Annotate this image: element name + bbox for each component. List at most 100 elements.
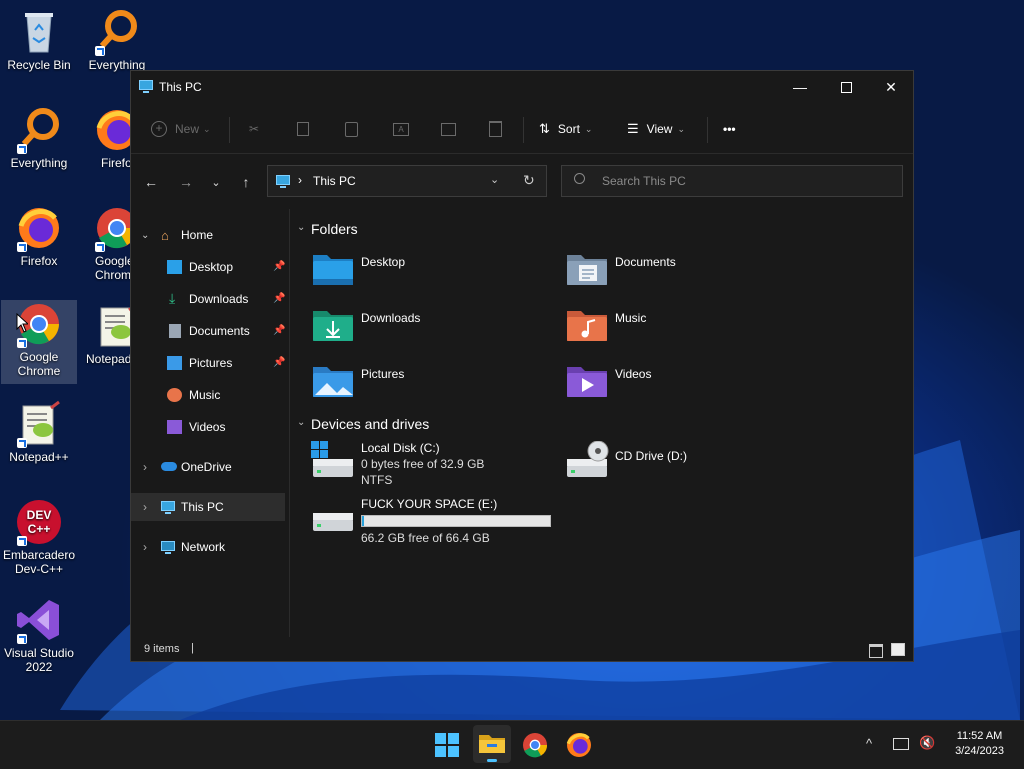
search-box[interactable]: Search This PC (561, 165, 903, 197)
folder-downloads[interactable]: Downloads (311, 307, 531, 351)
desktop-icon-notepadpp-2[interactable]: Notepad++ (1, 400, 77, 464)
shortcut-arrow-icon (17, 634, 27, 644)
devices-heading[interactable]: Devices and drives (311, 416, 429, 432)
sidebar-item-desktop[interactable]: Desktop 📌 (131, 253, 285, 281)
new-button[interactable]: + New ⌄ (151, 119, 211, 139)
downloads-icon: ⤓ (169, 290, 176, 306)
breadcrumb[interactable]: This PC (313, 174, 356, 188)
paste-icon (345, 121, 358, 137)
arrow-right-icon: → (179, 174, 193, 190)
sidebar-item-label: Videos (189, 420, 226, 434)
folder-music[interactable]: Music (565, 307, 785, 351)
sidebar-item-network[interactable]: › Network (131, 533, 285, 561)
desktop-icon-visual-studio[interactable]: Visual Studio 2022 (1, 596, 77, 674)
sidebar-item-onedrive[interactable]: › OneDrive (131, 453, 285, 481)
item-count: 9 items (144, 643, 180, 655)
toolbar-divider (229, 117, 230, 143)
forward-button[interactable]: → (177, 173, 195, 191)
share-button[interactable] (441, 119, 456, 139)
folder-name: Pictures (361, 367, 405, 381)
clock[interactable]: 11:52 AM 3/24/2023 (955, 729, 1004, 759)
folder-music-icon (567, 311, 607, 341)
delete-button[interactable] (489, 119, 502, 139)
more-icon: ••• (723, 122, 736, 136)
everything-icon (93, 8, 141, 56)
show-hidden-icons-button[interactable]: ^ (866, 736, 872, 751)
svg-text:C++: C++ (28, 522, 51, 536)
taskbar-firefox[interactable] (563, 729, 595, 761)
recent-locations-button[interactable]: ⌄ (207, 173, 225, 191)
cd-drive-icon (567, 441, 609, 477)
pin-icon[interactable]: 📌 (273, 357, 285, 368)
details-view-icon[interactable] (869, 644, 883, 658)
desktop-icon-firefox-2[interactable]: Firefox (1, 204, 77, 268)
sidebar-item-documents[interactable]: Documents 📌 (131, 317, 285, 345)
navigation-bar: ← → ⌄ ↑ › This PC ⌄ ↻ Search This PC (131, 155, 913, 207)
folder-name: Downloads (361, 311, 421, 325)
sidebar-item-videos[interactable]: Videos (131, 413, 285, 441)
cut-button[interactable]: ✂ (249, 119, 259, 139)
desktop-icon-label: Visual Studio 2022 (4, 646, 74, 674)
start-button[interactable] (431, 729, 463, 761)
title-bar[interactable]: This PC — ✕ (131, 71, 913, 103)
chevron-down-icon[interactable]: ⌄ (490, 173, 499, 186)
desktop-icon-everything-1[interactable]: Everything (79, 8, 155, 72)
desktop-icon-recycle-bin[interactable]: Recycle Bin (1, 8, 77, 72)
paste-button[interactable] (345, 119, 358, 139)
view-button[interactable]: ☰ View ⌄ (627, 119, 685, 139)
trash-icon (489, 121, 502, 137)
refresh-icon[interactable]: ↻ (523, 172, 535, 189)
back-button[interactable]: ← (142, 173, 160, 191)
drive-filesystem: NTFS (361, 473, 393, 487)
music-icon (167, 388, 182, 402)
volume-muted-icon[interactable]: 🔇 (919, 735, 935, 751)
copy-button[interactable] (297, 119, 309, 139)
sidebar-item-downloads[interactable]: ⤓ Downloads 📌 (131, 285, 285, 313)
tiles-view-icon[interactable] (891, 643, 905, 656)
this-pc-icon (276, 175, 290, 188)
folders-heading[interactable]: Folders (311, 221, 358, 237)
sort-button[interactable]: ⇅ Sort ⌄ (539, 119, 592, 139)
folder-name: Desktop (361, 255, 406, 269)
desktop-icon-label: Everything (10, 156, 68, 170)
close-button[interactable]: ✕ (868, 71, 914, 103)
view-label: View (646, 122, 673, 136)
sidebar-item-home[interactable]: ⌄ ⌂ Home (131, 221, 285, 249)
new-label: New (175, 122, 200, 136)
removable-drive-icon (313, 513, 353, 531)
more-options-button[interactable]: ••• (723, 119, 736, 139)
toolbar-divider (707, 117, 708, 143)
chevron-down-icon[interactable]: ⌄ (297, 417, 305, 428)
folder-desktop[interactable]: Desktop (311, 251, 531, 295)
desktop-icon-chrome-2[interactable]: Google Chrome (1, 300, 77, 384)
rename-button[interactable]: A (393, 119, 409, 139)
pin-icon[interactable]: 📌 (273, 261, 285, 272)
drive-cd-d[interactable]: CD Drive (D:) (565, 441, 805, 493)
drive-e[interactable]: FUCK YOUR SPACE (E:) 66.2 GB free of 66.… (311, 497, 571, 549)
windows-logo-icon (435, 733, 459, 757)
address-bar[interactable]: › This PC ⌄ ↻ (267, 165, 547, 197)
folder-videos[interactable]: Videos (565, 363, 785, 407)
desktop-icon-everything-2[interactable]: Everything (1, 106, 77, 170)
minimize-button[interactable]: — (777, 71, 823, 103)
status-separator: | (191, 642, 194, 654)
taskbar-file-explorer[interactable] (473, 725, 511, 763)
sidebar-item-pictures[interactable]: Pictures 📌 (131, 349, 285, 377)
folder-pictures[interactable]: Pictures (311, 363, 531, 407)
taskbar-chrome[interactable] (519, 729, 551, 761)
drive-local-disk-c[interactable]: Local Disk (C:) 0 bytes free of 32.9 GB … (311, 441, 551, 493)
chevron-down-icon[interactable]: ⌄ (297, 222, 305, 233)
desktop-icon-devcpp[interactable]: DEV C++ Embarcadero Dev-C++ (1, 498, 77, 576)
sidebar-item-this-pc[interactable]: › This PC (131, 493, 285, 521)
pin-icon[interactable]: 📌 (273, 293, 285, 304)
folder-documents[interactable]: Documents (565, 251, 785, 295)
sidebar-item-music[interactable]: Music (131, 381, 285, 409)
folder-desktop-icon (313, 255, 353, 285)
everything-icon (15, 106, 63, 154)
pin-icon[interactable]: 📌 (273, 325, 285, 336)
folder-name: Music (615, 311, 647, 325)
home-icon: ⌂ (161, 228, 169, 243)
up-button[interactable]: ↑ (237, 173, 255, 191)
maximize-button[interactable] (823, 71, 869, 103)
network-status-icon[interactable] (893, 738, 909, 750)
